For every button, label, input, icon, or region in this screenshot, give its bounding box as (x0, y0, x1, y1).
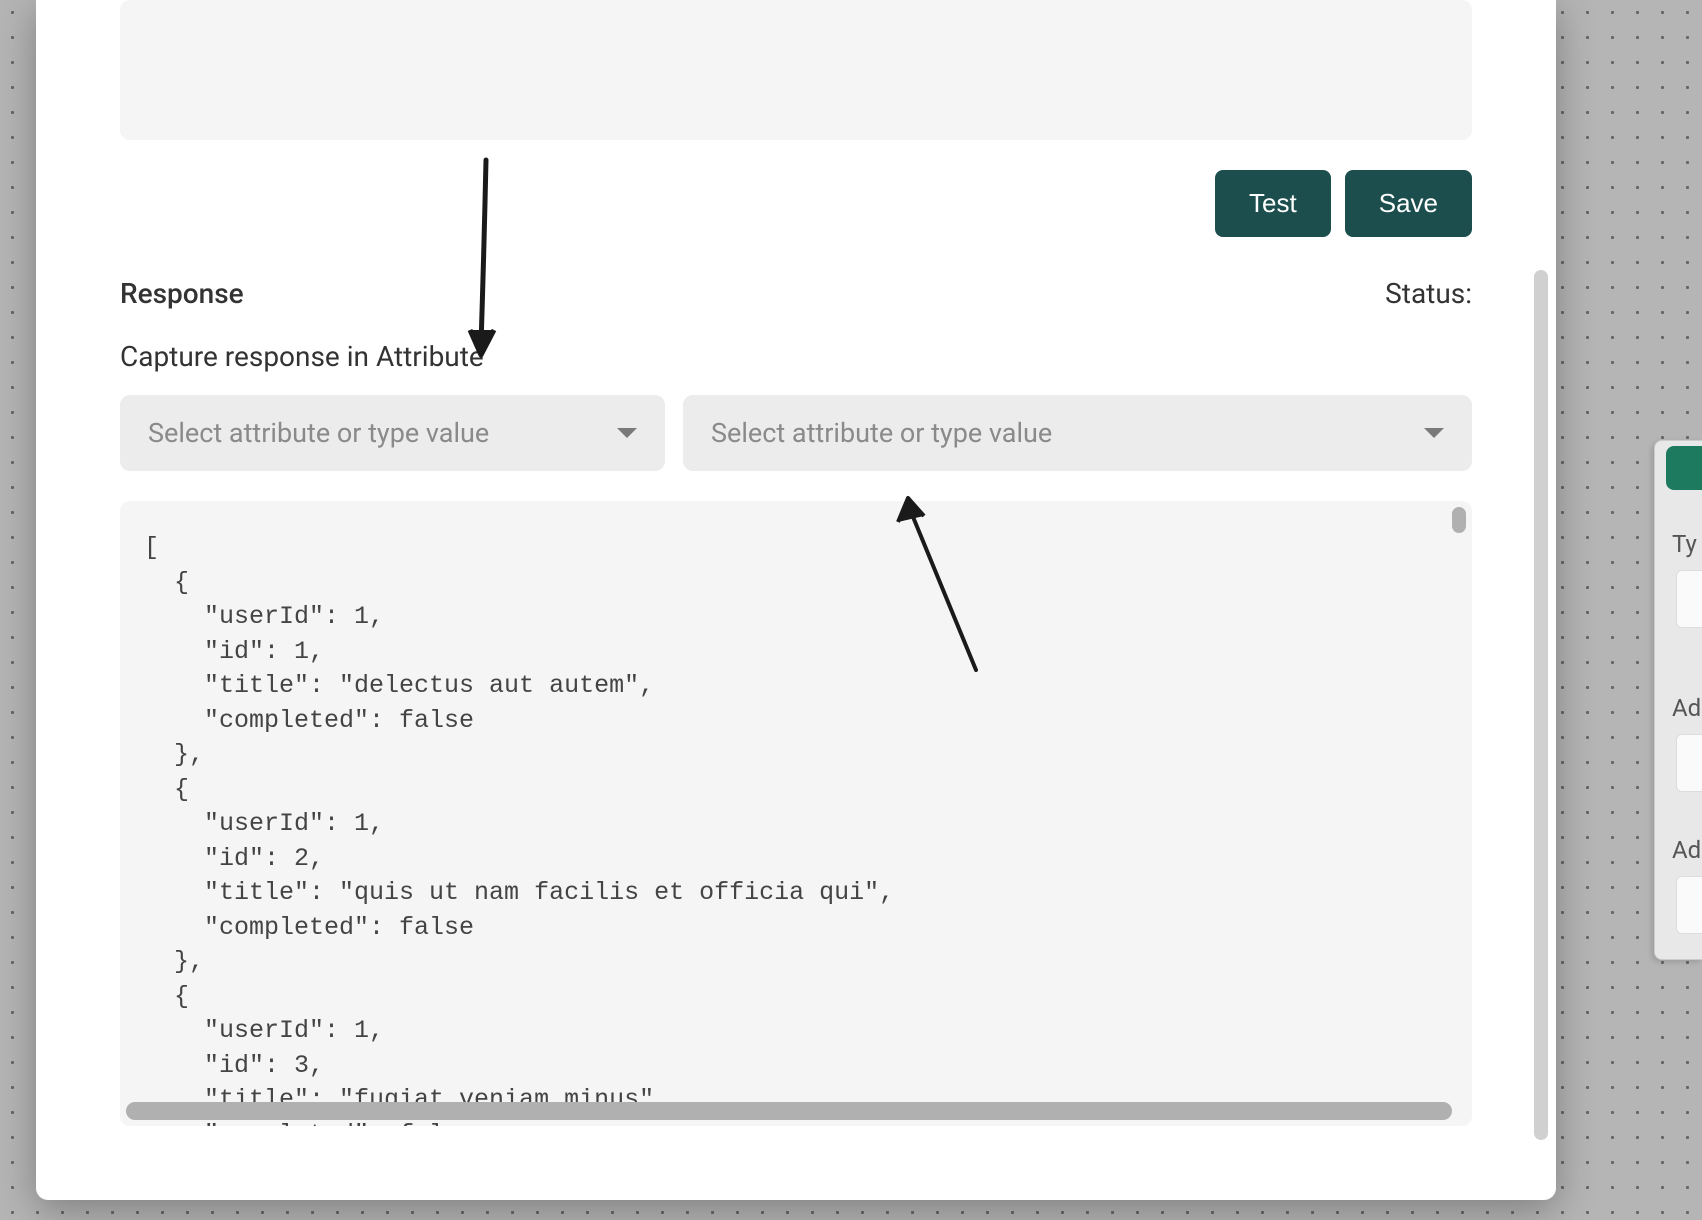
response-heading: Response (120, 277, 244, 310)
side-field-type[interactable] (1676, 570, 1702, 628)
response-horizontal-scrollbar[interactable] (126, 1102, 1452, 1120)
attribute-select-2[interactable]: Select attribute or type value (683, 395, 1472, 471)
request-body-panel[interactable] (120, 0, 1472, 140)
response-vertical-scrollbar[interactable] (1452, 507, 1466, 1090)
modal-scrollbar-thumb[interactable] (1534, 270, 1548, 1140)
save-button[interactable]: Save (1345, 170, 1472, 237)
response-vertical-scrollbar-thumb[interactable] (1452, 507, 1466, 533)
modal-panel: Test Save Response Status: Capture respo… (36, 0, 1556, 1200)
capture-response-label: Capture response in Attribute (120, 340, 1472, 373)
response-body-text[interactable]: [ { "userId": 1, "id": 1, "title": "dele… (144, 531, 1448, 1126)
attribute-select-2-placeholder: Select attribute or type value (711, 417, 1052, 449)
side-field-add-1[interactable] (1676, 734, 1702, 792)
side-badge[interactable] (1666, 446, 1702, 490)
action-button-row: Test Save (120, 170, 1472, 237)
test-button[interactable]: Test (1215, 170, 1331, 237)
status-label: Status: (1385, 277, 1472, 310)
chevron-down-icon (1424, 428, 1444, 438)
chevron-down-icon (617, 428, 637, 438)
response-horizontal-scrollbar-thumb[interactable] (126, 1102, 1452, 1120)
side-label-type: Ty (1672, 530, 1702, 558)
attribute-select-1[interactable]: Select attribute or type value (120, 395, 665, 471)
side-label-add-1: Ad (1672, 694, 1702, 722)
response-body-panel: [ { "userId": 1, "id": 1, "title": "dele… (120, 501, 1472, 1126)
side-label-add-2: Ad (1672, 836, 1702, 864)
attribute-select-1-placeholder: Select attribute or type value (148, 417, 489, 449)
attribute-select-row: Select attribute or type value Select at… (120, 395, 1472, 471)
side-field-add-2[interactable] (1676, 876, 1702, 934)
response-header-row: Response Status: (120, 277, 1472, 310)
